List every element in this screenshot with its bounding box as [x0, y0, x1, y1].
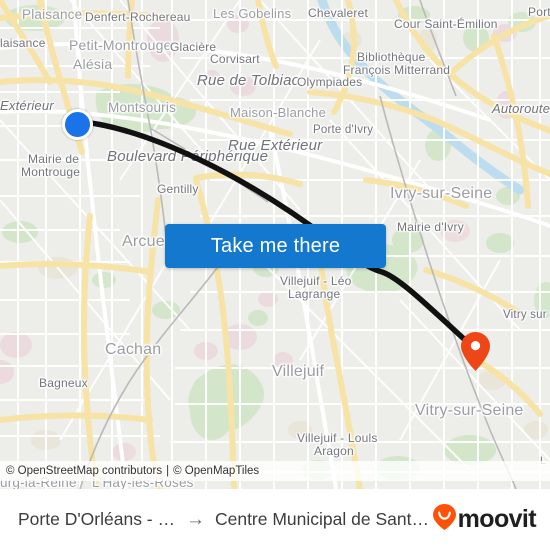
moovit-pin-icon [432, 504, 456, 535]
arrow-right-icon: → [185, 509, 205, 530]
moovit-logo[interactable]: moovit [432, 504, 537, 535]
origin-dot-marker[interactable] [62, 109, 93, 140]
attribution-tiles[interactable]: © OpenMapTiles [173, 465, 259, 477]
footer-origin-label[interactable]: Porte D'Orléans - Er... [18, 509, 176, 530]
attribution-osm[interactable]: © OpenStreetMap contributors [6, 465, 162, 477]
footer-destination-label[interactable]: Centre Municipal de Santé P... [215, 509, 433, 530]
route-footer-bar: Porte D'Orléans - Er... → Centre Municip… [0, 489, 550, 550]
destination-pin-marker[interactable] [461, 332, 490, 371]
take-me-there-button[interactable]: Take me there [165, 224, 386, 268]
map-canvas[interactable]: Plaisance Denfert-Rochereau Les Gobelins Ch… [0, 0, 550, 489]
moovit-route-preview: Plaisance Denfert-Rochereau Les Gobelins Ch… [0, 0, 550, 550]
map-attribution: © OpenStreetMap contributors | © OpenMap… [0, 461, 550, 481]
moovit-wordmark: moovit [457, 505, 537, 533]
attribution-separator: | [166, 465, 170, 477]
